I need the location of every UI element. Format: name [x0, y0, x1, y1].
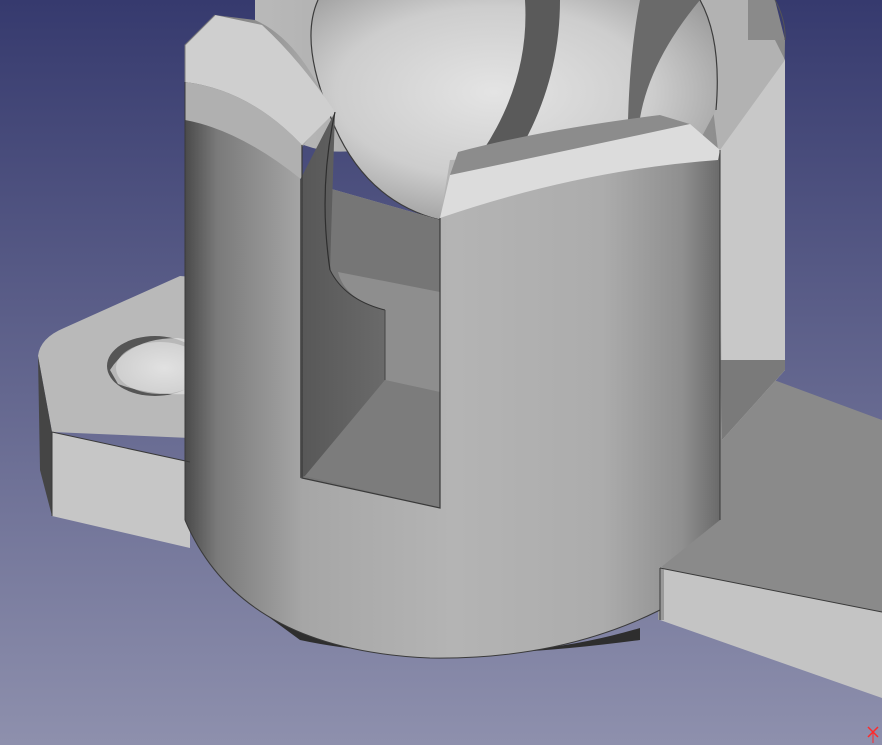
axis-cross-icon: [867, 726, 879, 743]
3d-viewport[interactable]: [0, 0, 882, 745]
axis-indicator: [862, 719, 882, 745]
3d-scene[interactable]: [0, 0, 882, 745]
